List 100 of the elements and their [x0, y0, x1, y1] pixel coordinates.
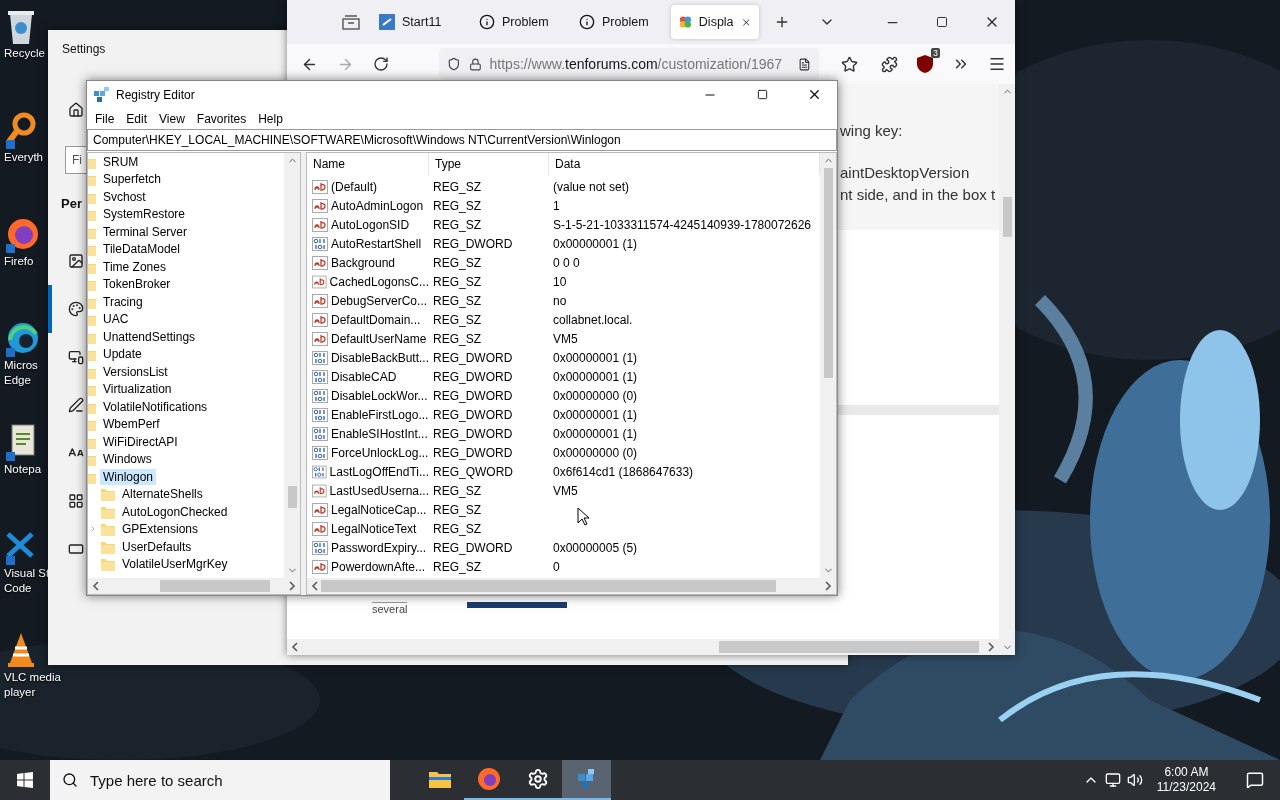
tree-item[interactable]: UnattendSettings — [100, 328, 199, 345]
table-cell-text: no — [552, 293, 568, 308]
tree-item[interactable]: Windows — [100, 451, 155, 468]
tree-item[interactable]: SystemRestore — [100, 206, 189, 223]
table-cell-text: REG_DWORD — [432, 236, 514, 251]
tree-item[interactable]: UAC — [100, 311, 132, 328]
browser-tab[interactable]: Problem — [571, 5, 667, 39]
tree-item[interactable]: Tracing — [100, 293, 146, 310]
browser-tab[interactable]: Displa — [671, 5, 759, 39]
menu-item[interactable]: View — [153, 111, 191, 126]
desktop-icon-label[interactable]: player — [4, 685, 36, 700]
desktop-icon-label[interactable]: Edge — [4, 373, 31, 388]
tree-item[interactable]: Time Zones — [100, 258, 169, 275]
menu-item[interactable]: Help — [252, 111, 289, 126]
menu-item[interactable]: File — [89, 111, 121, 126]
table-cell-text: VM5 — [552, 331, 579, 346]
value-name[interactable]: CachedLogonsC... — [329, 274, 429, 289]
value-name[interactable]: AutoAdminLogon — [331, 198, 424, 213]
table-cell-text: 0x00000001 (1) — [552, 350, 639, 365]
tree-item[interactable]: WbemPerf — [100, 416, 163, 433]
table-cell-text: REG_SZ — [432, 559, 482, 574]
table-cell-text: REG_SZ — [432, 255, 482, 270]
tree-item[interactable]: Update — [100, 346, 145, 363]
tree-item[interactable]: VolatileUserMgrKey — [119, 556, 231, 573]
menu-item[interactable]: Edit — [120, 111, 154, 126]
value-name[interactable]: DefaultDomain... — [331, 312, 421, 327]
value-name[interactable]: LegalNoticeText — [331, 521, 417, 536]
value-name[interactable]: DefaultUserName — [331, 331, 427, 346]
value-name[interactable]: LastUsedUserna... — [329, 483, 429, 498]
value-name[interactable]: AutoRestartShell — [331, 236, 422, 251]
desktop-icon-label[interactable]: Micros — [4, 358, 38, 373]
desktop-icon-label[interactable]: Notepa — [4, 462, 42, 477]
browser-tab[interactable]: Start11 — [371, 5, 467, 39]
tree-item[interactable]: TileDataModel — [100, 241, 183, 258]
desktop-icon-label[interactable]: Everyth — [4, 150, 43, 165]
address-bar[interactable]: https://www.tenforums.com/customization/1967 — [439, 48, 819, 80]
tree-item[interactable]: Svchost — [100, 188, 149, 205]
tree-item[interactable]: SRUM — [100, 153, 142, 170]
table-cell-text: 0x00000001 (1) — [552, 407, 639, 422]
table-cell-text: 0x00000005 (5) — [552, 540, 639, 555]
page-text: several — [372, 602, 408, 615]
table-cell-text: REG_QWORD — [432, 464, 514, 479]
tree-item[interactable]: AlternateShells — [119, 486, 206, 503]
tree-item[interactable]: WiFiDirectAPI — [100, 433, 181, 450]
tree-item[interactable]: TokenBroker — [100, 276, 174, 293]
tree-item[interactable]: Virtualization — [100, 381, 175, 398]
table-cell-text: REG_DWORD — [432, 407, 514, 422]
table-cell-text: 1 — [552, 198, 561, 213]
table-cell-text: REG_SZ — [432, 483, 482, 498]
address-field[interactable]: Computer\HKEY_LOCAL_MACHINE\SOFTWARE\Microsoft\Windows NT\CurrentVersion\Winlogon — [87, 129, 837, 151]
table-cell-text: 0x00000000 (0) — [552, 388, 639, 403]
table-cell-text: REG_DWORD — [432, 540, 514, 555]
table-cell-text: 0x00000000 (0) — [552, 445, 639, 460]
tree-item[interactable]: Superfetch — [100, 171, 165, 188]
page-text: aintDesktopVersion — [840, 164, 971, 182]
clock[interactable]: 6:00 AM 11/23/2024 — [1148, 765, 1224, 795]
tree-item[interactable]: Winlogon — [100, 468, 157, 485]
table-cell-text: REG_DWORD — [432, 369, 514, 384]
table-cell-text: 10 — [552, 274, 568, 289]
value-name[interactable]: Background — [331, 255, 396, 270]
value-name[interactable]: PowerdownAfte... — [331, 559, 426, 574]
column-header[interactable]: Type — [429, 153, 549, 175]
value-name[interactable]: (Default) — [331, 179, 377, 194]
desktop-icon-label[interactable]: Recycle — [4, 46, 45, 61]
tree-item[interactable]: GPExtensions — [119, 521, 202, 538]
tree-item[interactable]: Terminal Server — [100, 223, 191, 240]
value-name[interactable]: ForceUnlockLog... — [331, 445, 429, 460]
value-name[interactable]: AutoLogonSID — [331, 217, 410, 232]
table-cell-text: REG_DWORD — [432, 445, 514, 460]
value-name[interactable]: PasswordExpiry... — [331, 540, 427, 555]
tree-item[interactable]: UserDefaults — [119, 538, 195, 555]
table-cell-text: REG_SZ — [432, 312, 482, 327]
table-cell-text: 0x6f614cd1 (1868647633) — [552, 464, 695, 479]
table-cell-text: S-1-5-21-1033311574-4245140939-1780072626 — [552, 217, 812, 232]
table-cell-text: REG_DWORD — [432, 388, 514, 403]
value-name[interactable]: LastLogOffEndTi... — [329, 464, 429, 479]
window-title: Registry Editor — [116, 87, 195, 102]
search-field[interactable]: Fi — [65, 146, 86, 174]
value-name[interactable]: DisableLockWor... — [331, 388, 428, 403]
tree-item[interactable]: VolatileNotifications — [100, 398, 211, 415]
value-name[interactable]: EnableFirstLogo... — [331, 407, 429, 422]
tree-item[interactable]: VersionsList — [100, 363, 171, 380]
value-name[interactable]: EnableSIHostInt... — [331, 426, 428, 441]
value-name[interactable]: DisableBackButt... — [330, 350, 429, 365]
value-name[interactable]: DebugServerCo... — [331, 293, 428, 308]
browser-tab[interactable]: Problem — [471, 5, 567, 39]
table-cell-text: 0x00000001 (1) — [552, 236, 639, 251]
table-cell-text: 0 — [552, 559, 561, 574]
section-heading: Per — [61, 196, 82, 211]
desktop-icon-label[interactable]: Firefo — [4, 254, 34, 269]
desktop-icon-label[interactable]: Code — [4, 581, 32, 596]
menu-item[interactable]: Favorites — [190, 111, 253, 126]
taskbar-search-field[interactable]: Type here to search — [50, 760, 390, 800]
page-text: wing key: — [840, 122, 904, 140]
desktop-icon-label[interactable]: VLC media — [4, 670, 61, 685]
value-name[interactable]: DisableCAD — [331, 369, 397, 384]
value-name[interactable]: LegalNoticeCap... — [331, 502, 427, 517]
tree-item[interactable]: AutoLogonChecked — [119, 503, 231, 520]
table-cell-text: 0x00000001 (1) — [552, 426, 639, 441]
column-header[interactable]: Name — [307, 153, 429, 175]
